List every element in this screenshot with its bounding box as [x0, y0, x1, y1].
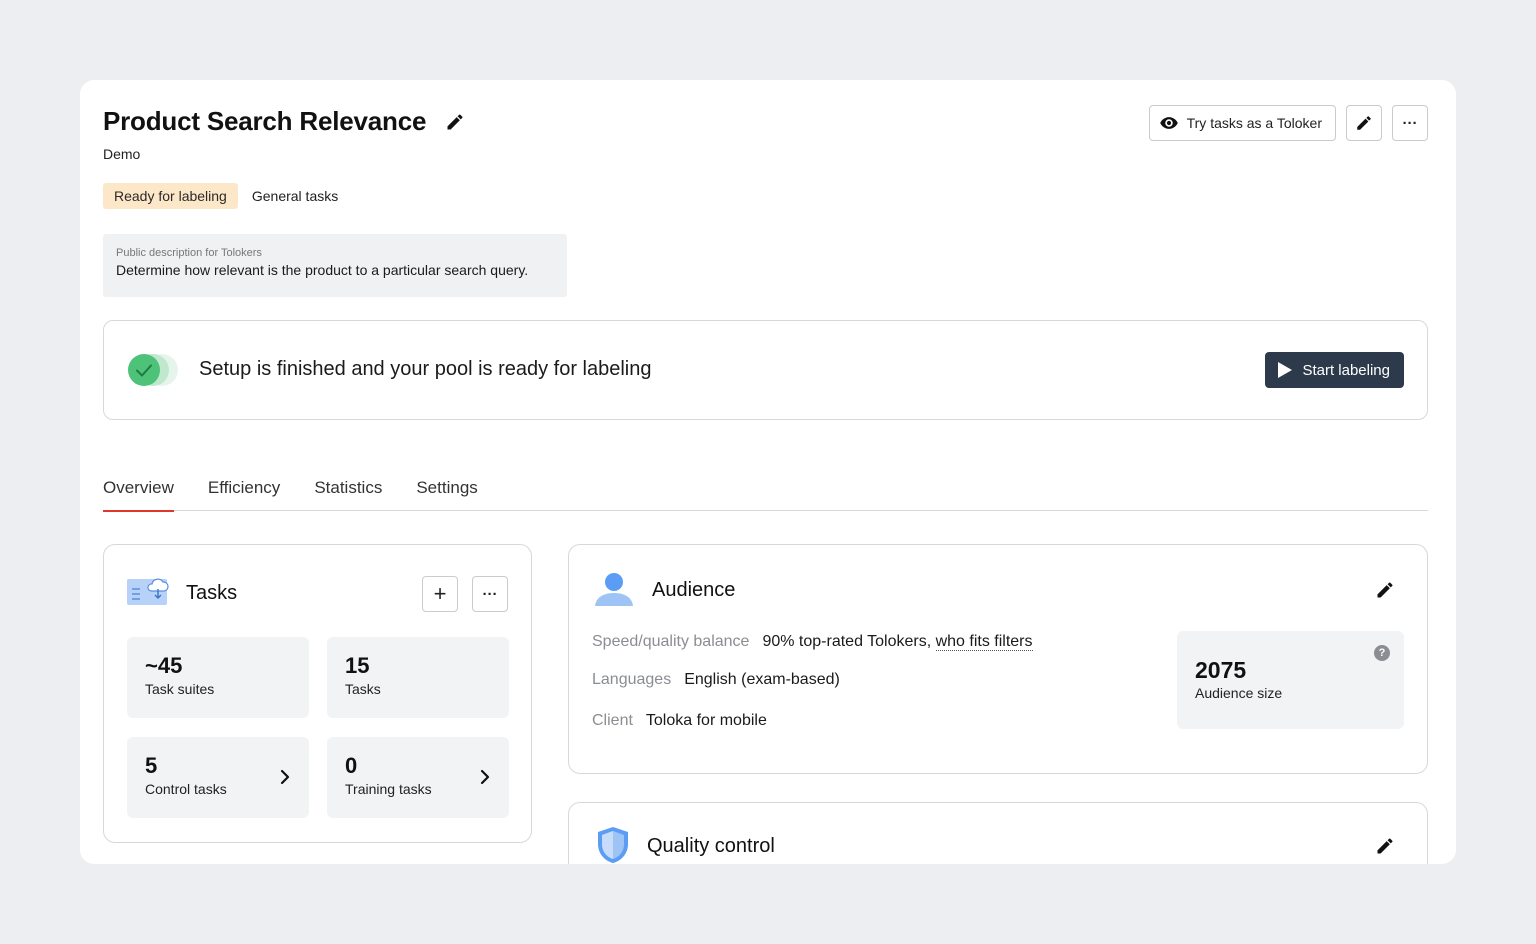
tab-overview[interactable]: Overview [103, 475, 174, 512]
pencil-icon [1377, 582, 1393, 598]
play-icon [1278, 362, 1293, 378]
ellipsis-icon: ··· [482, 585, 498, 603]
who-fits-filters-link[interactable]: who fits filters [935, 633, 1033, 651]
public-description: Public description for Tolokers Determin… [103, 234, 567, 297]
tasks-actions: + ··· [422, 576, 508, 612]
pencil-icon [1357, 116, 1371, 130]
try-label: Try tasks as a Toloker [1186, 115, 1322, 131]
languages-row: Languages English (exam-based) [592, 671, 840, 689]
audience-size-tile: 2075 Audience size ? [1177, 631, 1404, 729]
tile-value: 15 [345, 653, 370, 678]
quality-control-title: Quality control [647, 835, 775, 857]
tasks-more-button[interactable]: ··· [472, 576, 508, 612]
page-title: Product Search Relevance [103, 106, 427, 136]
eye-icon [1159, 117, 1178, 129]
quality-control-card: Quality control [568, 802, 1428, 864]
row-value: Toloka for mobile [645, 712, 767, 729]
tile-label: Training tasks [345, 781, 432, 797]
person-icon [595, 573, 633, 606]
more-options-button[interactable]: ··· [1392, 105, 1428, 141]
tile-label: Tasks [345, 681, 381, 697]
speed-quality-row: Speed/quality balance 90% top-rated Tolo… [592, 633, 1033, 651]
start-labeling-label: Start labeling [1302, 361, 1390, 379]
tab-efficiency[interactable]: Efficiency [208, 475, 280, 511]
edit-audience-button[interactable] [1373, 578, 1397, 602]
client-row: Client Toloka for mobile [592, 712, 767, 730]
add-tasks-button[interactable]: + [422, 576, 458, 612]
tile-value: ~45 [145, 653, 183, 678]
row-value: English (exam-based) [684, 671, 840, 688]
start-labeling-button[interactable]: Start labeling [1265, 352, 1404, 388]
audience-size-label: Audience size [1195, 685, 1283, 701]
task-suites-tile: ~45 Task suites [127, 637, 309, 718]
audience-card: Audience Speed/quality balance 90% top-r… [568, 544, 1428, 774]
tab-bar: Overview Efficiency Statistics Settings [103, 475, 1428, 512]
description-text: Determine how relevant is the product to… [116, 262, 529, 278]
page-subtitle: Demo [103, 146, 141, 162]
tile-value: 5 [145, 753, 158, 778]
status-badge: Ready for labeling [103, 183, 238, 209]
row-key: Languages [592, 671, 672, 688]
try-as-toloker-button[interactable]: Try tasks as a Toloker [1148, 105, 1336, 141]
tab-statistics[interactable]: Statistics [314, 475, 382, 511]
tasks-upload-icon [127, 578, 169, 605]
tile-value: 0 [345, 753, 358, 778]
title-row: Product Search Relevance [103, 106, 466, 137]
check-circle-icon [128, 354, 178, 386]
tasks-card: Tasks + ··· ~45 Task suites 15 Tasks 5 C… [103, 544, 532, 843]
chevron-right-icon[interactable] [279, 768, 291, 786]
edit-quality-button[interactable] [1373, 834, 1397, 858]
pencil-icon [447, 113, 463, 129]
audience-size-value: 2075 [1195, 657, 1247, 683]
description-label: Public description for Tolokers [116, 247, 262, 259]
tile-label: Control tasks [145, 781, 227, 797]
top-actions: Try tasks as a Toloker ··· [1148, 105, 1428, 141]
edit-pool-button[interactable] [1346, 105, 1382, 141]
training-tasks-tile[interactable]: 0 Training tasks [327, 737, 509, 818]
help-icon[interactable]: ? [1374, 645, 1390, 661]
row-key: Speed/quality balance [592, 633, 750, 650]
category-tag: General tasks [251, 188, 339, 204]
pencil-icon [1377, 838, 1393, 854]
setup-message: Setup is finished and your pool is ready… [199, 358, 652, 380]
control-tasks-tile[interactable]: 5 Control tasks [127, 737, 309, 818]
row-value-group: 90% top-rated Tolokers, who fits filters [762, 633, 1033, 651]
tasks-count-tile: 15 Tasks [327, 637, 509, 718]
tile-label: Task suites [145, 681, 215, 697]
shield-icon [598, 827, 628, 863]
edit-title-button[interactable] [444, 111, 466, 133]
setup-status-card: Setup is finished and your pool is ready… [103, 320, 1428, 420]
pool-page: Product Search Relevance Demo Ready for … [80, 80, 1456, 864]
ellipsis-icon: ··· [1402, 114, 1418, 132]
tags-row: Ready for labeling General tasks [103, 183, 346, 209]
tab-settings[interactable]: Settings [416, 475, 477, 511]
row-value: 90% top-rated Tolokers, [762, 633, 932, 650]
tasks-title: Tasks [186, 582, 238, 604]
audience-title: Audience [652, 579, 736, 601]
row-key: Client [592, 712, 633, 729]
plus-icon: + [433, 581, 447, 606]
chevron-right-icon[interactable] [479, 768, 491, 786]
